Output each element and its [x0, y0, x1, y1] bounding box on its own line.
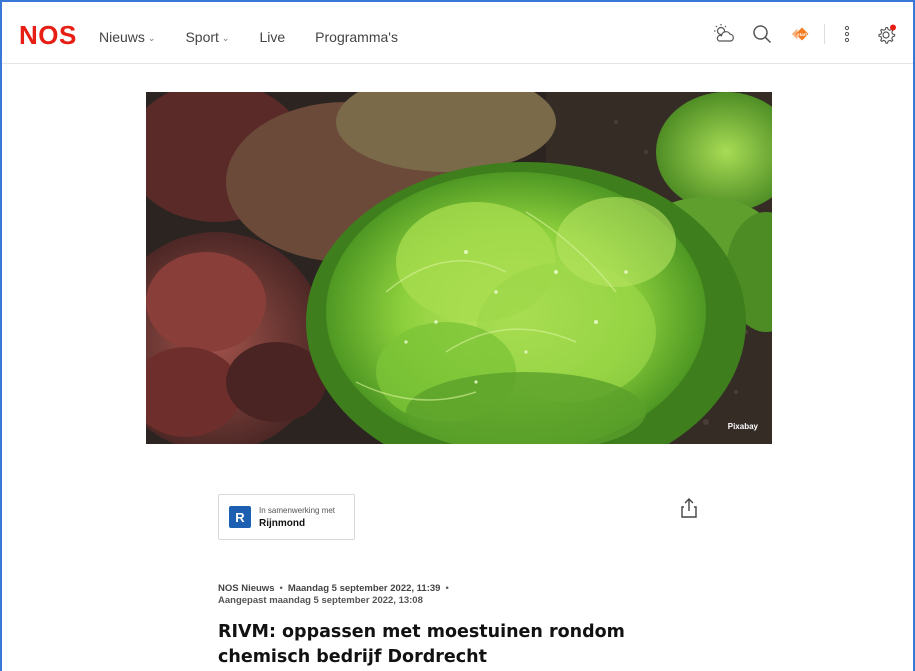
nav-item-live[interactable]: Live [259, 26, 285, 47]
article-title: RIVM: oppassen met moestuinen rondom che… [218, 622, 625, 667]
nos-logo[interactable]: NOS [19, 20, 77, 50]
meta-line-1: NOS Nieuws • Maandag 5 september 2022, 11:… [218, 583, 454, 595]
article-source: NOS Nieuws [218, 583, 275, 594]
divider [824, 24, 825, 44]
search-icon[interactable] [750, 22, 774, 46]
nav-item-label: Programma's [315, 28, 398, 45]
chevron-down-icon: ⌄ [147, 33, 156, 43]
nav-item-programmas[interactable]: Programma's [315, 26, 398, 47]
publish-date: Maandag 5 september 2022, 11:39 [287, 583, 441, 594]
more-icon[interactable] [835, 22, 859, 46]
lettuce-illustration [146, 92, 772, 444]
share-icon[interactable] [679, 497, 699, 519]
chevron-down-icon: ⌄ [221, 33, 230, 43]
svg-text:start: start [797, 32, 807, 37]
settings-icon[interactable] [875, 22, 899, 46]
nav-item-sport[interactable]: Sport ⌄ [185, 26, 229, 47]
rijnmond-logo: R [229, 506, 251, 528]
nav-item-label: Nieuws [99, 28, 145, 45]
update-date: Aangepast maandag 5 september 2022, 13:0… [218, 595, 423, 606]
main-nav: Nieuws ⌄ Sport ⌄ Live Programma's [99, 26, 428, 47]
nav-item-label: Live [259, 28, 286, 45]
nav-item-nieuws[interactable]: Nieuws ⌄ [99, 26, 155, 47]
separator-dot: • [279, 583, 283, 594]
separator-dot: • [445, 583, 449, 594]
partner-text: In samenwerking met Rijnmond [259, 505, 335, 530]
partner-prefix: In samenwerking met [259, 505, 336, 515]
image-credit: Pixabay [727, 422, 758, 431]
partner-badge[interactable]: R In samenwerking met Rijnmond [218, 494, 355, 540]
partner-name: Rijnmond [259, 517, 306, 529]
nav-item-label: Sport [185, 28, 219, 45]
article-meta: NOS Nieuws • Maandag 5 september 2022, 11:… [218, 583, 454, 607]
weather-icon[interactable] [712, 22, 736, 46]
hero-image: Pixabay [146, 92, 772, 444]
site-header: NOS Nieuws ⌄ Sport ⌄ Live Programma's st… [2, 2, 913, 64]
header-icons: start [712, 22, 899, 46]
npo-start-icon[interactable]: start [790, 22, 814, 46]
